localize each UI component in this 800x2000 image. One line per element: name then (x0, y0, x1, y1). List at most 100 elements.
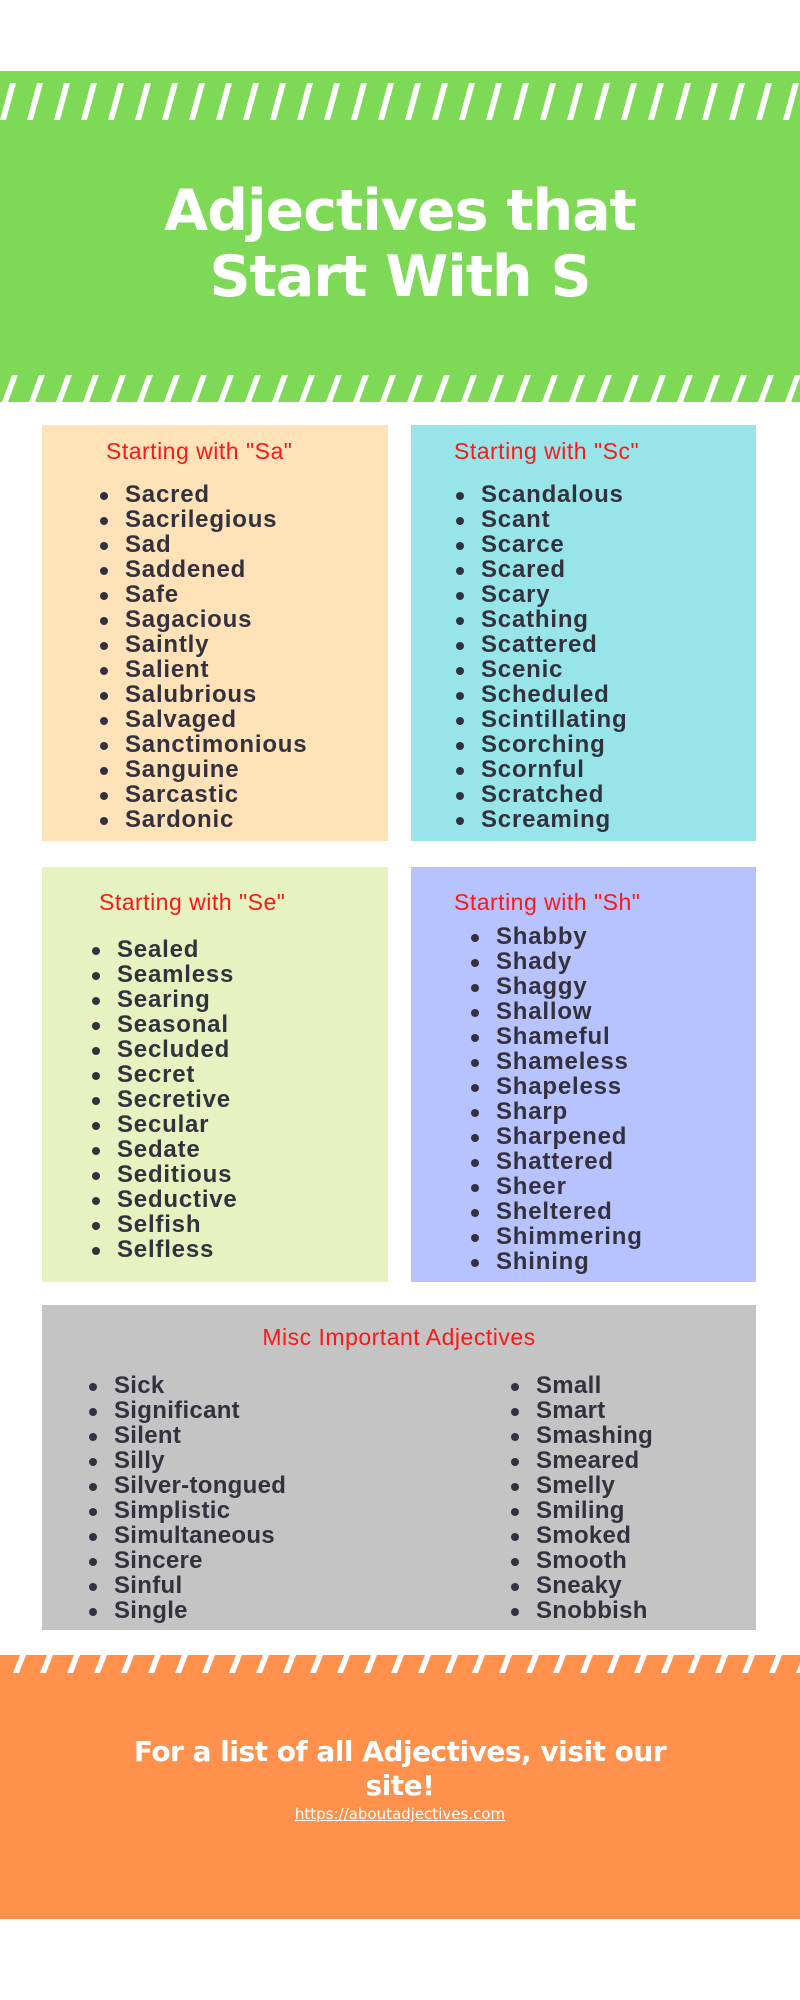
word-list: Sacred Sacrilegious Sad Saddened Safe Sagacio… (97, 482, 307, 832)
word-list: Shabby Shady Shaggy Shallow Shameful Shameles… (468, 924, 643, 1274)
list-item: Saddened (97, 557, 307, 582)
list-item: Shaggy (468, 974, 643, 999)
section-sa: Starting with "Sa" Sacred Sacrilegious Sad… (42, 425, 388, 841)
list-item: Smiling (508, 1498, 653, 1523)
list-item: Seductive (89, 1187, 238, 1212)
list-item: Sinful (86, 1573, 286, 1598)
list-item: Scared (453, 557, 627, 582)
list-item: Shapeless (468, 1074, 643, 1099)
list-item: Secluded (89, 1037, 238, 1062)
word-list: Scandalous Scant Scarce Scared Scary Scathing… (453, 482, 627, 832)
list-item: Sacred (97, 482, 307, 507)
header-banner: Adjectives that Start With S (0, 71, 800, 402)
list-item: Single (86, 1598, 286, 1623)
list-item: Seditious (89, 1162, 238, 1187)
list-item: Sheer (468, 1174, 643, 1199)
list-item: Smelly (508, 1473, 653, 1498)
section-title: Starting with "Sc" (454, 438, 640, 464)
list-item: Searing (89, 987, 238, 1012)
list-item: Simplistic (86, 1498, 286, 1523)
list-item: Sheltered (468, 1199, 643, 1224)
list-item: Scorching (453, 732, 627, 757)
list-item: Silly (86, 1448, 286, 1473)
section-se: Starting with "Se" Sealed Seamless Searing… (42, 867, 388, 1282)
list-item: Screaming (453, 807, 627, 832)
list-item: Sanctimonious (97, 732, 307, 757)
list-item: Scratched (453, 782, 627, 807)
list-item: Smooth (508, 1548, 653, 1573)
list-item: Shallow (468, 999, 643, 1024)
list-item: Shameless (468, 1049, 643, 1074)
list-item: Salient (97, 657, 307, 682)
site-link[interactable]: https://aboutadjectives.com (0, 1805, 800, 1823)
list-item: Selfless (89, 1237, 238, 1262)
list-item: Scathing (453, 607, 627, 632)
list-item: Salubrious (97, 682, 307, 707)
list-item: Sharpened (468, 1124, 643, 1149)
list-item: Sneaky (508, 1573, 653, 1598)
section-title: Starting with "Se" (99, 889, 286, 915)
list-item: Shattered (468, 1149, 643, 1174)
footer-title: For a list of all Adjectives, visit our … (133, 1735, 667, 1802)
list-item: Sealed (89, 937, 238, 962)
list-item: Smeared (508, 1448, 653, 1473)
list-item: Significant (86, 1398, 286, 1423)
section-misc: Misc Important Adjectives Sick Significan… (42, 1305, 756, 1630)
list-item: Scandalous (453, 482, 627, 507)
list-item: Secular (89, 1112, 238, 1137)
list-item: Salvaged (97, 707, 307, 732)
list-item: Sharp (468, 1099, 643, 1124)
decorative-stripes-bottom (0, 375, 800, 402)
list-item: Simultaneous (86, 1523, 286, 1548)
list-item: Scattered (453, 632, 627, 657)
list-item: Smoked (508, 1523, 653, 1548)
list-item: Scant (453, 507, 627, 532)
list-item: Selfish (89, 1212, 238, 1237)
list-item: Seasonal (89, 1012, 238, 1037)
list-item: Silent (86, 1423, 286, 1448)
list-item: Shady (468, 949, 643, 974)
section-title: Misc Important Adjectives (262, 1324, 536, 1350)
list-item: Sagacious (97, 607, 307, 632)
page-title: Adjectives that Start With S (0, 178, 800, 310)
list-item: Silver-tongued (86, 1473, 286, 1498)
section-sc: Starting with "Sc" Scandalous Scant Scarce… (411, 425, 756, 841)
list-item: Small (508, 1373, 653, 1398)
section-title: Starting with "Sa" (106, 438, 293, 464)
list-item: Scornful (453, 757, 627, 782)
list-item: Sardonic (97, 807, 307, 832)
list-item: Snobbish (508, 1598, 653, 1623)
list-item: Smart (508, 1398, 653, 1423)
stripe-pattern-icon (0, 83, 800, 120)
list-item: Secret (89, 1062, 238, 1087)
list-item: Shameful (468, 1024, 643, 1049)
word-list-left: Sick Significant Silent Silly Silver-tongued… (86, 1373, 286, 1623)
decorative-stripes-top (0, 83, 800, 120)
list-item: Shimmering (468, 1224, 643, 1249)
stripe-pattern-icon (0, 1655, 800, 1673)
list-item: Scary (453, 582, 627, 607)
list-item: Scenic (453, 657, 627, 682)
list-item: Sick (86, 1373, 286, 1398)
stripe-pattern-icon (0, 375, 800, 402)
decorative-stripes-footer (0, 1655, 800, 1673)
list-item: Saintly (97, 632, 307, 657)
list-item: Scheduled (453, 682, 627, 707)
list-item: Sedate (89, 1137, 238, 1162)
list-item: Seamless (89, 962, 238, 987)
list-item: Sanguine (97, 757, 307, 782)
list-item: Shabby (468, 924, 643, 949)
list-item: Smashing (508, 1423, 653, 1448)
list-item: Scarce (453, 532, 627, 557)
list-item: Sarcastic (97, 782, 307, 807)
list-item: Scintillating (453, 707, 627, 732)
word-list-right: Small Smart Smashing Smeared Smelly Smiling Sm… (508, 1373, 653, 1623)
page-title-line-1: Adjectives that (164, 178, 637, 244)
list-item: Sacrilegious (97, 507, 307, 532)
list-item: Sad (97, 532, 307, 557)
section-title: Starting with "Sh" (454, 889, 641, 915)
list-item: Sincere (86, 1548, 286, 1573)
list-item: Shining (468, 1249, 643, 1274)
section-sh: Starting with "Sh" Shabby Shady Shaggy Shal… (411, 867, 756, 1282)
footer-banner: For a list of all Adjectives, visit our … (0, 1655, 800, 1919)
